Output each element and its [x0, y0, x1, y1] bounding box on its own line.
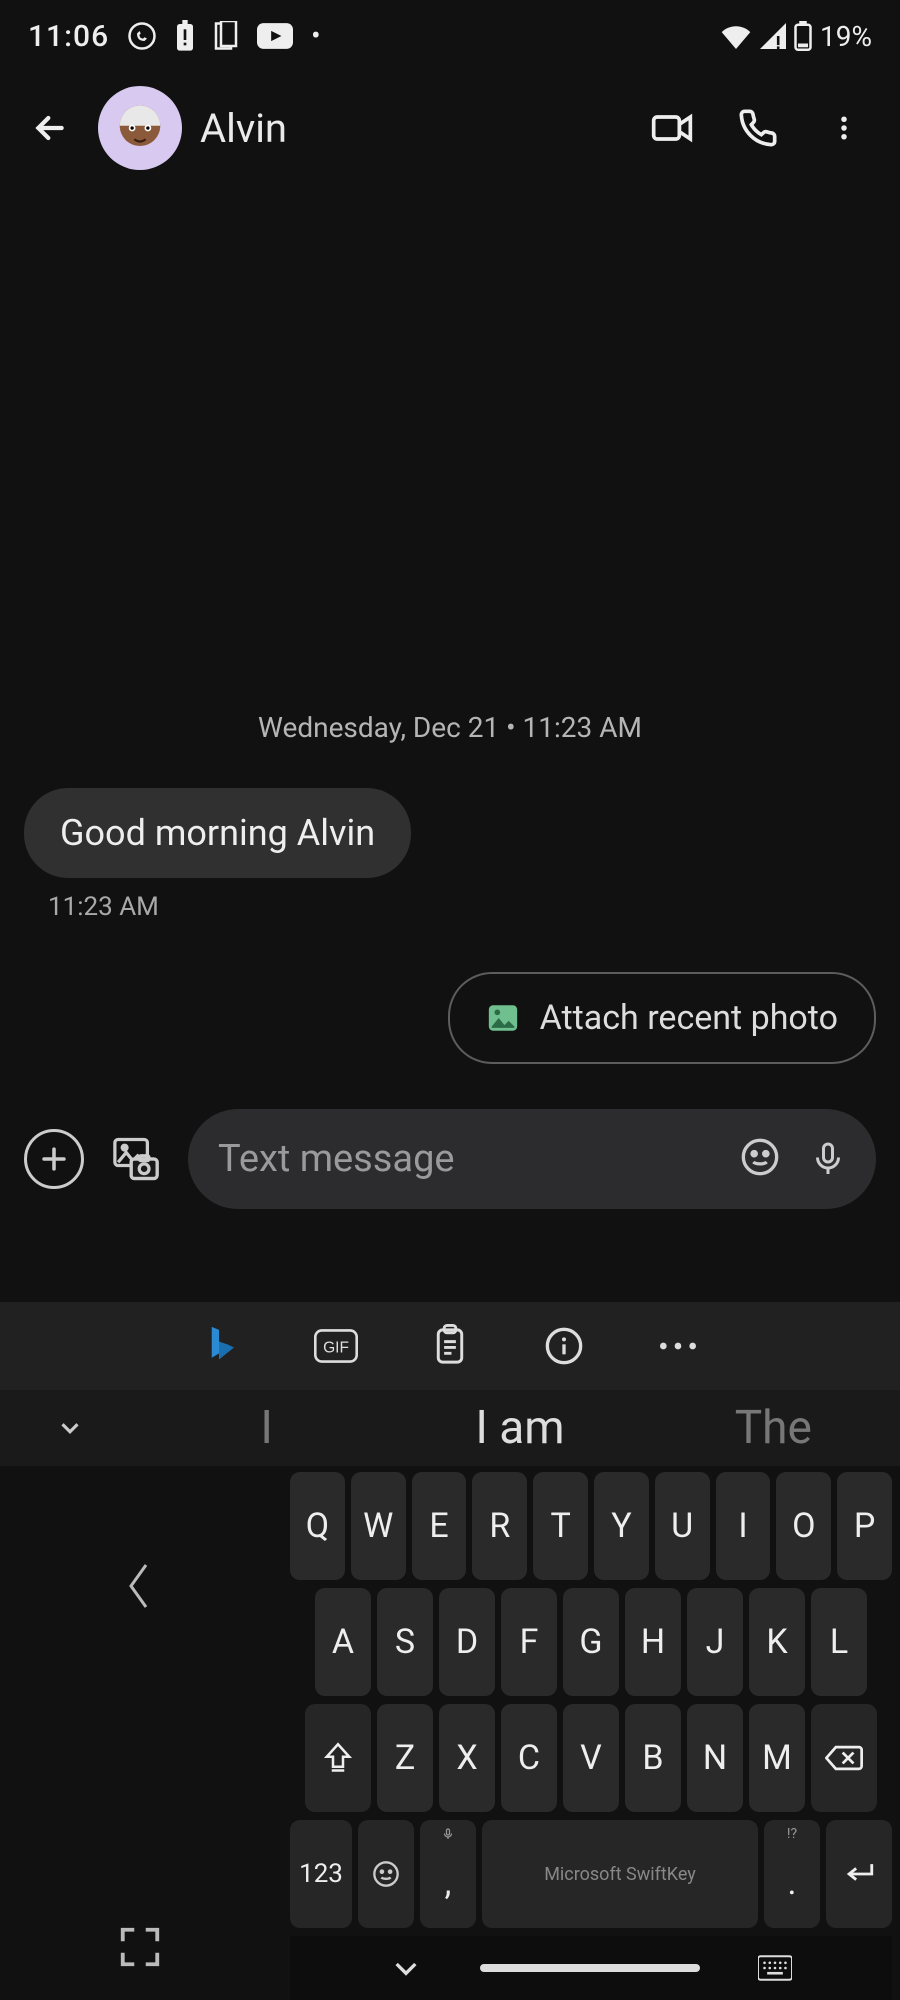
keyboard-row-3: Z X C V B N M: [290, 1704, 892, 1812]
key-n[interactable]: N: [687, 1704, 743, 1812]
key-y[interactable]: Y: [594, 1472, 649, 1580]
wifi-icon: [720, 23, 752, 49]
voice-call-button[interactable]: [728, 98, 788, 158]
video-call-button[interactable]: [642, 98, 702, 158]
status-time: 11:06: [28, 19, 109, 54]
info-button[interactable]: [542, 1324, 586, 1368]
battery-percent: 19%: [820, 20, 872, 53]
close-suggestions-button[interactable]: [0, 1413, 140, 1443]
key-w[interactable]: W: [351, 1472, 406, 1580]
card-icon: [213, 21, 239, 51]
hide-keyboard-button[interactable]: [390, 1956, 422, 1980]
key-p[interactable]: P: [837, 1472, 892, 1580]
key-e[interactable]: E: [412, 1472, 467, 1580]
key-d[interactable]: D: [439, 1588, 495, 1696]
key-c[interactable]: C: [501, 1704, 557, 1812]
key-z[interactable]: Z: [377, 1704, 433, 1812]
key-backspace[interactable]: [811, 1704, 877, 1812]
keyboard-toolbar: GIF: [0, 1302, 900, 1390]
attach-recent-photo-chip[interactable]: Attach recent photo: [448, 972, 876, 1064]
message-placeholder: Text message: [218, 1137, 740, 1181]
suggestion-1[interactable]: I: [140, 1401, 393, 1455]
key-a[interactable]: A: [315, 1588, 371, 1696]
signal-icon: [760, 23, 786, 49]
suggestion-2[interactable]: I am: [393, 1401, 646, 1455]
suggestion-bar: I I am The: [0, 1390, 900, 1466]
navigation-bar: [290, 1936, 892, 2000]
key-q[interactable]: Q: [290, 1472, 345, 1580]
contact-avatar[interactable]: [98, 86, 182, 170]
gif-button[interactable]: GIF: [314, 1324, 358, 1368]
key-f[interactable]: F: [501, 1588, 557, 1696]
key-s[interactable]: S: [377, 1588, 433, 1696]
attach-chip-label: Attach recent photo: [540, 998, 838, 1038]
key-u[interactable]: U: [655, 1472, 710, 1580]
youtube-icon: [257, 23, 293, 49]
notification-dot-icon: •: [311, 22, 320, 50]
key-enter[interactable]: [826, 1820, 892, 1928]
keyboard: GIF I I am The Q W: [0, 1302, 900, 2000]
key-comma[interactable]: ,: [420, 1820, 476, 1928]
home-indicator[interactable]: [480, 1964, 700, 1972]
message-timestamp: 11:23 AM: [48, 892, 159, 922]
message-incoming[interactable]: Good morning Alvin 11:23 AM: [24, 788, 876, 922]
key-v[interactable]: V: [563, 1704, 619, 1812]
key-numbers[interactable]: 123: [290, 1820, 352, 1928]
battery-warning-icon: [175, 20, 195, 52]
message-bubble: Good morning Alvin: [24, 788, 411, 878]
keyboard-row-2: A S D F G H J K L: [290, 1588, 892, 1696]
keyboard-row-1: Q W E R T Y U I O P: [290, 1472, 892, 1580]
key-space[interactable]: Microsoft SwiftKey: [482, 1820, 758, 1928]
key-o[interactable]: O: [776, 1472, 831, 1580]
status-bar: 11:06 • 19%: [0, 0, 900, 72]
svg-text:GIF: GIF: [323, 1339, 349, 1356]
keyboard-switch-button[interactable]: [758, 1955, 792, 1981]
mic-button[interactable]: [810, 1137, 846, 1181]
key-k[interactable]: K: [749, 1588, 805, 1696]
period-sub: !?: [787, 1826, 797, 1842]
keyboard-collapse-left-button[interactable]: [122, 1556, 158, 1616]
bing-icon[interactable]: [200, 1324, 244, 1368]
gallery-camera-button[interactable]: [106, 1129, 166, 1189]
key-l[interactable]: L: [811, 1588, 867, 1696]
message-input[interactable]: Text message: [188, 1109, 876, 1209]
keyboard-more-button[interactable]: [656, 1324, 700, 1368]
key-i[interactable]: I: [716, 1472, 771, 1580]
clipboard-button[interactable]: [428, 1324, 472, 1368]
key-t[interactable]: T: [533, 1472, 588, 1580]
key-period[interactable]: !? .: [764, 1820, 820, 1928]
whatsapp-icon: [127, 21, 157, 51]
key-h[interactable]: H: [625, 1588, 681, 1696]
compose-bar: Text message: [0, 1104, 900, 1214]
back-button[interactable]: [20, 98, 80, 158]
key-j[interactable]: J: [687, 1588, 743, 1696]
key-emoji[interactable]: [358, 1820, 414, 1928]
battery-icon: [794, 21, 812, 51]
suggestion-3[interactable]: The: [647, 1401, 900, 1455]
date-separator: Wednesday, Dec 21 • 11:23 AM: [24, 711, 876, 744]
mic-icon: [442, 1826, 454, 1842]
chat-area: Wednesday, Dec 21 • 11:23 AM Good mornin…: [0, 184, 900, 1104]
key-x[interactable]: X: [439, 1704, 495, 1812]
conversation-header: Alvin: [0, 72, 900, 184]
image-icon: [486, 1001, 520, 1035]
key-g[interactable]: G: [563, 1588, 619, 1696]
key-r[interactable]: R: [472, 1472, 527, 1580]
emoji-button[interactable]: [740, 1137, 780, 1181]
add-button[interactable]: [24, 1129, 84, 1189]
contact-name[interactable]: Alvin: [200, 105, 287, 152]
keyboard-row-4: 123 , Microsoft SwiftKey !? .: [290, 1820, 892, 1928]
keyboard-expand-button[interactable]: [117, 1924, 163, 1970]
more-options-button[interactable]: [814, 98, 874, 158]
space-label: Microsoft SwiftKey: [544, 1864, 696, 1885]
key-shift[interactable]: [305, 1704, 371, 1812]
key-m[interactable]: M: [749, 1704, 805, 1812]
key-b[interactable]: B: [625, 1704, 681, 1812]
